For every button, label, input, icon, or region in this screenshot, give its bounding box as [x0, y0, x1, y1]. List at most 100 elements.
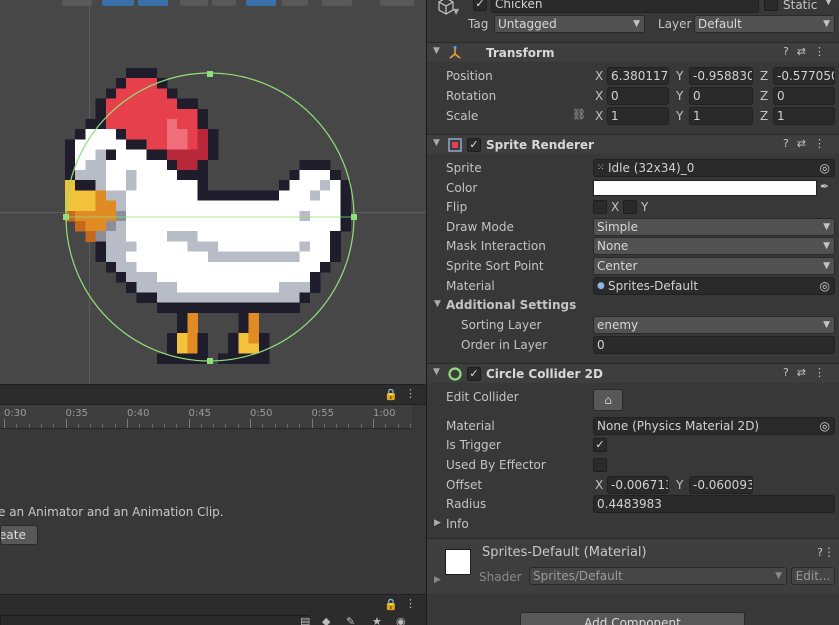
rotation-y-field[interactable]: 0 [689, 87, 753, 105]
y-axis-label[interactable]: Y [676, 478, 683, 492]
type-icon[interactable]: ◆ [322, 615, 330, 625]
scale-z-field[interactable]: 1 [773, 107, 835, 125]
component-buttons[interactable]: ?⇄⋮ [783, 366, 833, 379]
eyedropper-icon[interactable]: ✒ [820, 180, 829, 193]
toolbar-button[interactable] [138, 0, 168, 6]
collider-handle[interactable] [207, 358, 213, 364]
position-z-field[interactable]: -0.577050 [773, 67, 835, 85]
sprite-field[interactable]: ⁙ Idle (32x34)_0 ◎ [593, 159, 835, 177]
static-checkbox[interactable] [764, 0, 778, 11]
x-axis-label[interactable]: X [595, 69, 603, 83]
object-picker-icon[interactable]: ◎ [820, 160, 830, 176]
draw-mode-dropdown[interactable]: Simple ▼ [593, 218, 835, 236]
lock-icon[interactable]: 🔒 [384, 388, 398, 401]
additional-settings-row[interactable]: ▼ Additional Settings [427, 295, 839, 315]
search-input[interactable] [0, 615, 310, 625]
y-axis-label[interactable]: Y [676, 89, 683, 103]
circle-collider-header[interactable]: ▼ ✓ Circle Collider 2D ?⇄⋮ [427, 363, 839, 383]
animation-header: 🔒 ⋮ [0, 385, 426, 405]
filter-icon[interactable]: ▤ [300, 615, 310, 625]
foldout-arrow-icon[interactable]: ▼ [434, 299, 441, 309]
foldout-arrow-icon[interactable]: ▶ [434, 518, 441, 528]
position-x-field[interactable]: 6.380117 [607, 67, 669, 85]
info-row[interactable]: ▶ Info [427, 514, 839, 534]
chicken-sprite[interactable] [60, 36, 360, 376]
scale-y-field[interactable]: 1 [689, 107, 753, 125]
toolbar-button[interactable] [180, 0, 208, 6]
x-axis-label[interactable]: X [595, 478, 603, 492]
link-icon[interactable]: ⛓ [572, 108, 586, 121]
toolbar-button[interactable] [380, 0, 414, 6]
object-picker-icon[interactable]: ◎ [820, 418, 830, 434]
collider-handle[interactable] [351, 214, 357, 220]
object-picker-icon[interactable]: ◎ [820, 278, 830, 294]
x-axis-label[interactable]: X [595, 89, 603, 103]
tag-dropdown[interactable]: Untagged ▼ [494, 15, 645, 33]
toolbar-button[interactable] [246, 0, 276, 6]
transform-header[interactable]: ▼ Transform ?⇄⋮ [427, 42, 839, 62]
component-buttons[interactable]: ?⇄⋮ [783, 137, 833, 150]
y-axis-label[interactable]: Y [676, 69, 683, 83]
enabled-checkbox[interactable]: ✓ [467, 138, 481, 152]
active-checkbox[interactable]: ✓ [473, 0, 487, 11]
scale-x-field[interactable]: 1 [607, 107, 669, 125]
edit-collider-button[interactable]: ⌂ [593, 389, 623, 411]
z-axis-label[interactable]: Z [760, 69, 768, 83]
y-axis-label[interactable]: Y [676, 109, 683, 123]
chevron-down-icon[interactable]: ▼ [825, 0, 832, 7]
edit-shape-icon: ⌂ [604, 393, 612, 407]
offset-y-field[interactable]: -0.060093 [689, 476, 753, 494]
color-swatch[interactable] [593, 180, 817, 196]
flip-y-checkbox[interactable] [623, 200, 637, 214]
is-trigger-checkbox[interactable]: ✓ [593, 438, 607, 452]
z-axis-label[interactable]: Z [760, 89, 768, 103]
flip-x-checkbox[interactable] [593, 200, 607, 214]
collider-material-field[interactable]: None (Physics Material 2D) ◎ [593, 417, 835, 435]
order-in-layer-field[interactable]: 0 [593, 336, 835, 354]
rotation-x-field[interactable]: 0 [607, 87, 669, 105]
layer-dropdown[interactable]: Default ▼ [694, 15, 835, 33]
menu-icon[interactable]: ⋮ [405, 387, 416, 400]
animation-message: e an Animator and an Animation Clip. [0, 505, 224, 519]
enabled-checkbox[interactable]: ✓ [467, 367, 481, 381]
foldout-arrow-icon[interactable]: ▶ [434, 575, 441, 585]
x-axis-label[interactable]: X [595, 109, 603, 123]
lock-icon[interactable]: 🔒 [384, 598, 398, 611]
sorting-layer-dropdown[interactable]: enemy ▼ [593, 316, 835, 334]
menu-icon[interactable]: ⋮ [405, 597, 416, 610]
label-icon[interactable]: ✎ [346, 615, 355, 625]
add-component-button[interactable]: Add Component [520, 612, 745, 625]
sort-point-dropdown[interactable]: Center ▼ [593, 257, 835, 275]
offset-x-field[interactable]: -0.006713 [607, 476, 669, 494]
toolbar-button[interactable] [212, 0, 236, 6]
collider-handle[interactable] [207, 71, 213, 77]
rotation-z-field[interactable]: 0 [773, 87, 835, 105]
material-asset-block: Sprites-Default (Material) ? ⋮ ▶ Shader … [427, 538, 839, 594]
used-by-effector-checkbox[interactable] [593, 458, 607, 472]
layer-value: Default [698, 17, 742, 31]
menu-icon[interactable]: ⋮ [823, 545, 835, 559]
toolbar-button[interactable] [102, 0, 134, 6]
foldout-arrow-icon[interactable]: ▼ [433, 367, 440, 377]
edit-shader-button[interactable]: Edit... [791, 567, 835, 585]
radius-field[interactable]: 0.4483983 [593, 495, 835, 513]
toolbar-button[interactable] [282, 0, 308, 6]
shader-dropdown[interactable]: Sprites/Default ▼ [529, 567, 787, 585]
component-buttons[interactable]: ?⇄⋮ [783, 45, 833, 58]
object-name-field[interactable]: Chicken [491, 0, 759, 13]
sprite-renderer-header[interactable]: ▼ ✓ Sprite Renderer ?⇄⋮ [427, 134, 839, 154]
toolbar-button[interactable] [62, 0, 92, 6]
scene-view[interactable] [0, 0, 426, 384]
foldout-arrow-icon[interactable]: ▼ [433, 138, 440, 148]
foldout-arrow-icon[interactable]: ▼ [433, 46, 440, 56]
mask-dropdown[interactable]: None ▼ [593, 237, 835, 255]
material-field[interactable]: ● Sprites-Default ◎ [593, 277, 835, 295]
z-axis-label[interactable]: Z [760, 109, 768, 123]
collider-handle[interactable] [63, 214, 69, 220]
visibility-icon[interactable]: ◉ [396, 615, 406, 625]
toolbar-button[interactable] [322, 0, 352, 6]
position-y-field[interactable]: -0.958830 [689, 67, 753, 85]
create-button[interactable]: eate [0, 525, 38, 545]
star-icon[interactable]: ★ [372, 615, 382, 625]
timeline-ruler[interactable]: 0:30 0:35 0:40 0:45 0:50 0:55 1:00 [0, 405, 412, 429]
